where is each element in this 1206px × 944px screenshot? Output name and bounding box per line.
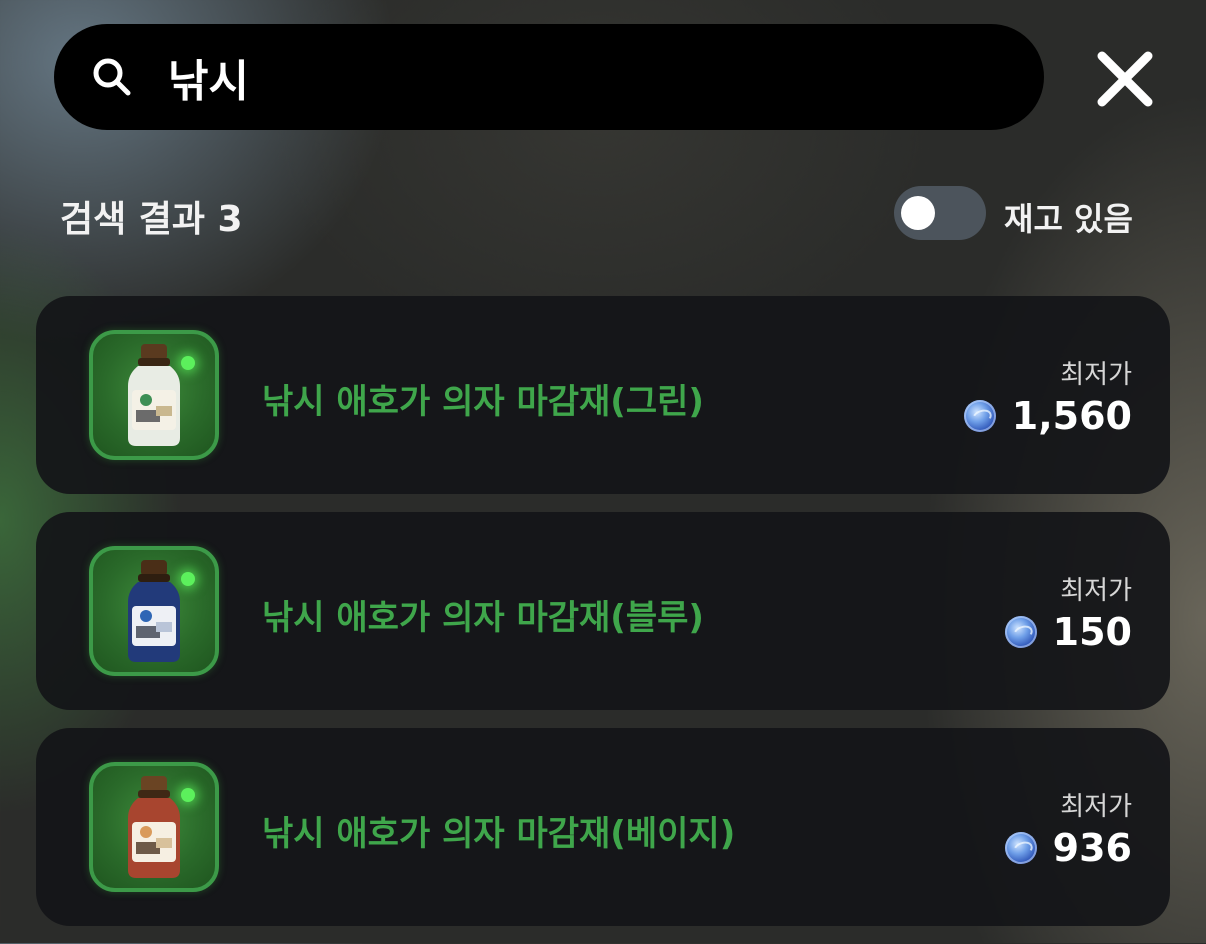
lowest-price-label: 최저가 [1060, 576, 1132, 606]
price-value: 150 [1052, 610, 1132, 654]
item-name: 낚시 애호가 의자 마감재(베이지) [262, 814, 736, 854]
result-item[interactable]: 낚시 애호가 의자 마감재(블루) 최저가 150 [36, 512, 1170, 710]
jar-label-badge [140, 826, 152, 838]
item-thumbnail [89, 546, 219, 676]
currency-coin-icon [1004, 832, 1037, 864]
result-item[interactable]: 낚시 애호가 의자 마감재(베이지) 최저가 936 [36, 728, 1170, 926]
item-thumbnail [89, 762, 219, 892]
in-stock-toggle[interactable] [894, 186, 986, 240]
price-value: 936 [1052, 826, 1132, 870]
lowest-price-label: 최저가 [1060, 792, 1132, 822]
item-name: 낚시 애호가 의자 마감재(그린) [262, 382, 704, 422]
search-icon [93, 58, 131, 96]
jar-icon [128, 344, 180, 446]
lowest-price-label: 최저가 [1060, 360, 1132, 390]
price-row: 1,560 [963, 394, 1132, 438]
jar-icon [128, 560, 180, 662]
close-icon[interactable] [1092, 46, 1158, 112]
search-input[interactable] [168, 46, 1008, 108]
price-value: 1,560 [1011, 394, 1132, 438]
result-list: 낚시 애호가 의자 마감재(그린) 최저가 1,560 낚시 애호가 의자 마감… [36, 296, 1170, 944]
result-count: 검색 결과 3 [60, 199, 243, 240]
toggle-knob [901, 196, 935, 230]
price-row: 936 [1004, 826, 1132, 870]
result-item[interactable]: 낚시 애호가 의자 마감재(그린) 최저가 1,560 [36, 296, 1170, 494]
in-stock-toggle-label: 재고 있음 [1004, 200, 1133, 238]
jar-icon [128, 776, 180, 878]
jar-label-badge [140, 610, 152, 622]
item-thumbnail [89, 330, 219, 460]
currency-coin-icon [963, 400, 996, 432]
price-row: 150 [1004, 610, 1132, 654]
item-name: 낚시 애호가 의자 마감재(블루) [262, 598, 704, 638]
jar-label-badge [140, 394, 152, 406]
currency-coin-icon [1004, 616, 1037, 648]
search-bar [54, 24, 1044, 130]
